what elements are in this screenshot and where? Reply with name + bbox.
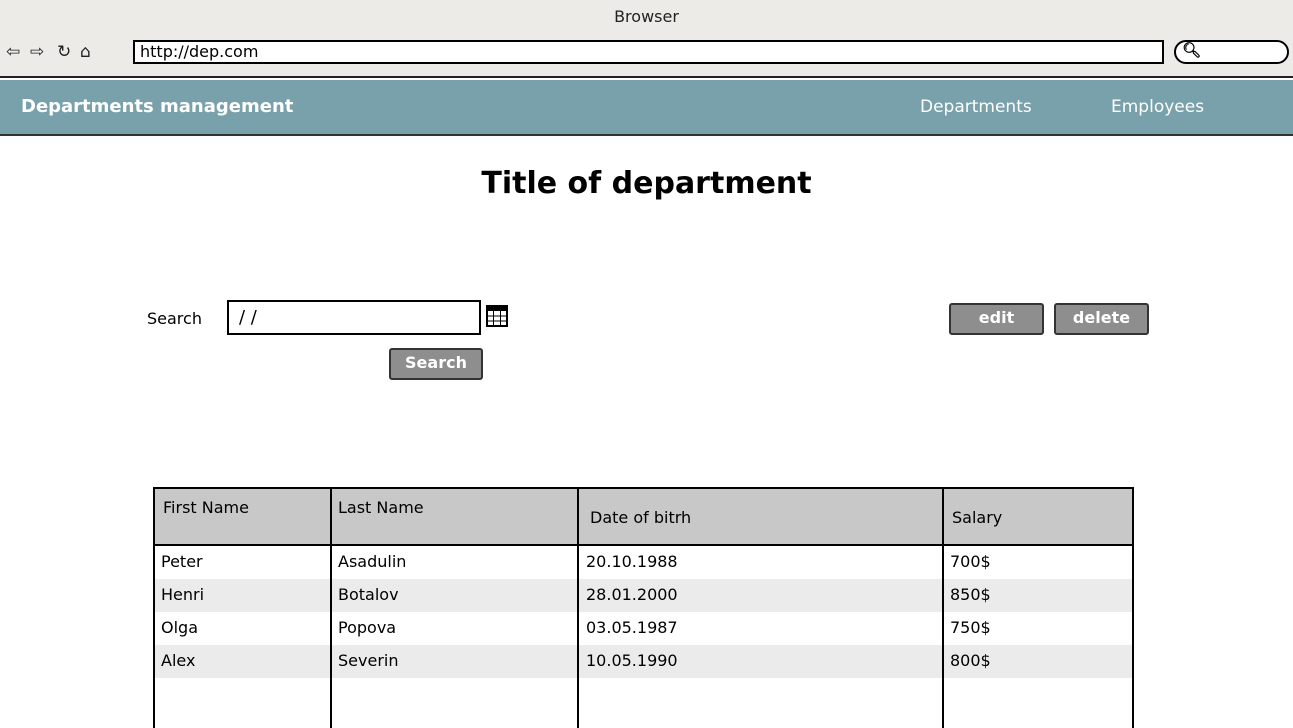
reload-icon[interactable]: ↻ xyxy=(57,40,71,64)
cell-date-of-birth: 03.05.1987 xyxy=(586,618,678,637)
table-row[interactable]: Peter Asadulin 20.10.1988 700$ xyxy=(155,546,1132,579)
cell-first-name: Olga xyxy=(161,618,198,637)
delete-button[interactable]: delete xyxy=(1054,303,1149,335)
nav-departments[interactable]: Departments xyxy=(920,97,1032,117)
edit-button[interactable]: edit xyxy=(949,303,1044,335)
cell-last-name: Asadulin xyxy=(338,552,407,571)
date-search-input[interactable]: / / xyxy=(227,300,481,335)
cell-salary: 700$ xyxy=(950,552,991,571)
cell-date-of-birth: 20.10.1988 xyxy=(586,552,678,571)
cell-first-name: Henri xyxy=(161,585,205,604)
address-bar[interactable]: http://dep.com xyxy=(133,40,1164,64)
column-divider xyxy=(577,489,579,728)
table-row[interactable]: Henri Botalov 28.01.2000 850$ xyxy=(155,579,1132,612)
window-title: Browser xyxy=(614,7,679,26)
cell-date-of-birth: 28.01.2000 xyxy=(586,585,678,604)
cell-first-name: Peter xyxy=(161,552,203,571)
table-header: First Name Last Name Date of bitrh Salar… xyxy=(155,489,1132,546)
home-icon[interactable]: ⌂ xyxy=(80,40,91,64)
column-divider xyxy=(942,489,944,728)
column-header-last-name: Last Name xyxy=(338,498,424,517)
search-button[interactable]: Search xyxy=(389,348,483,380)
search-label: Search xyxy=(147,309,202,328)
forward-arrow-icon[interactable]: ⇨ xyxy=(30,40,44,64)
cell-salary: 800$ xyxy=(950,651,991,670)
magnifier-icon: 🔍︎ xyxy=(1182,41,1202,59)
cell-last-name: Severin xyxy=(338,651,399,670)
cell-first-name: Alex xyxy=(161,651,196,670)
calendar-icon[interactable] xyxy=(486,305,508,327)
browser-toolbar: ⇦ ⇨ ↻ ⌂ http://dep.com 🔍︎ xyxy=(0,36,1293,78)
page-title: Title of department xyxy=(481,166,812,201)
cell-salary: 850$ xyxy=(950,585,991,604)
brand-title[interactable]: Departments management xyxy=(21,96,293,117)
column-header-first-name: First Name xyxy=(163,498,249,517)
employees-table: First Name Last Name Date of bitrh Salar… xyxy=(153,487,1134,728)
browser-search-field[interactable]: 🔍︎ xyxy=(1174,40,1289,64)
cell-date-of-birth: 10.05.1990 xyxy=(586,651,678,670)
cell-last-name: Popova xyxy=(338,618,397,637)
nav-employees[interactable]: Employees xyxy=(1111,97,1204,117)
cell-last-name: Botalov xyxy=(338,585,399,604)
column-divider xyxy=(330,489,332,728)
back-arrow-icon[interactable]: ⇦ xyxy=(6,40,20,64)
table-row[interactable]: Alex Severin 10.05.1990 800$ xyxy=(155,645,1132,678)
column-header-salary: Salary xyxy=(952,508,1003,527)
cell-salary: 750$ xyxy=(950,618,991,637)
column-header-date-of-birth: Date of bitrh xyxy=(590,508,692,527)
app-header: Departments management Departments Emplo… xyxy=(0,80,1293,136)
browser-titlebar: Browser xyxy=(0,0,1293,36)
table-row[interactable]: Olga Popova 03.05.1987 750$ xyxy=(155,612,1132,645)
